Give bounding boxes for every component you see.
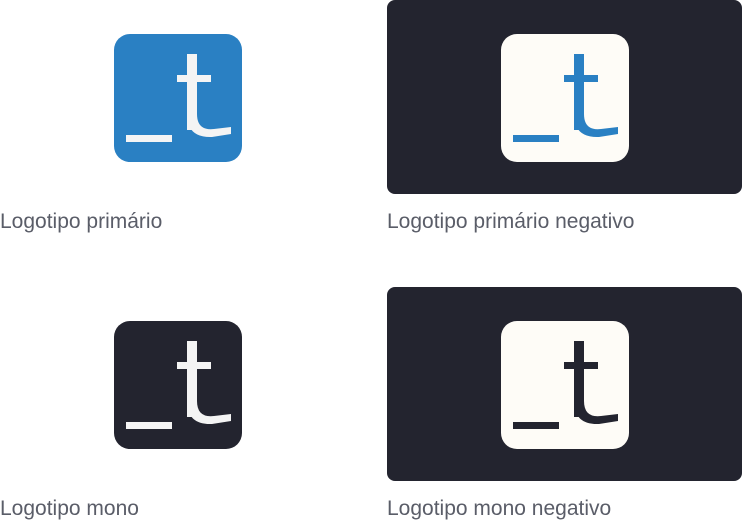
logo-caption: Logotipo primário xyxy=(0,210,163,233)
logo-caption: Logotipo mono xyxy=(0,497,139,520)
logo-preview xyxy=(0,0,355,194)
logo-preview xyxy=(387,0,742,194)
underscore-t-logo-icon xyxy=(501,321,629,449)
underscore-t-logo-icon xyxy=(114,321,242,449)
underscore-t-logo-icon xyxy=(501,34,629,162)
logo-caption: Logotipo primário negativo xyxy=(387,210,635,233)
underscore-t-logo-icon xyxy=(114,34,242,162)
logo-preview xyxy=(0,287,355,481)
logo-caption: Logotipo mono negativo xyxy=(387,497,612,520)
logo-preview xyxy=(387,287,742,481)
